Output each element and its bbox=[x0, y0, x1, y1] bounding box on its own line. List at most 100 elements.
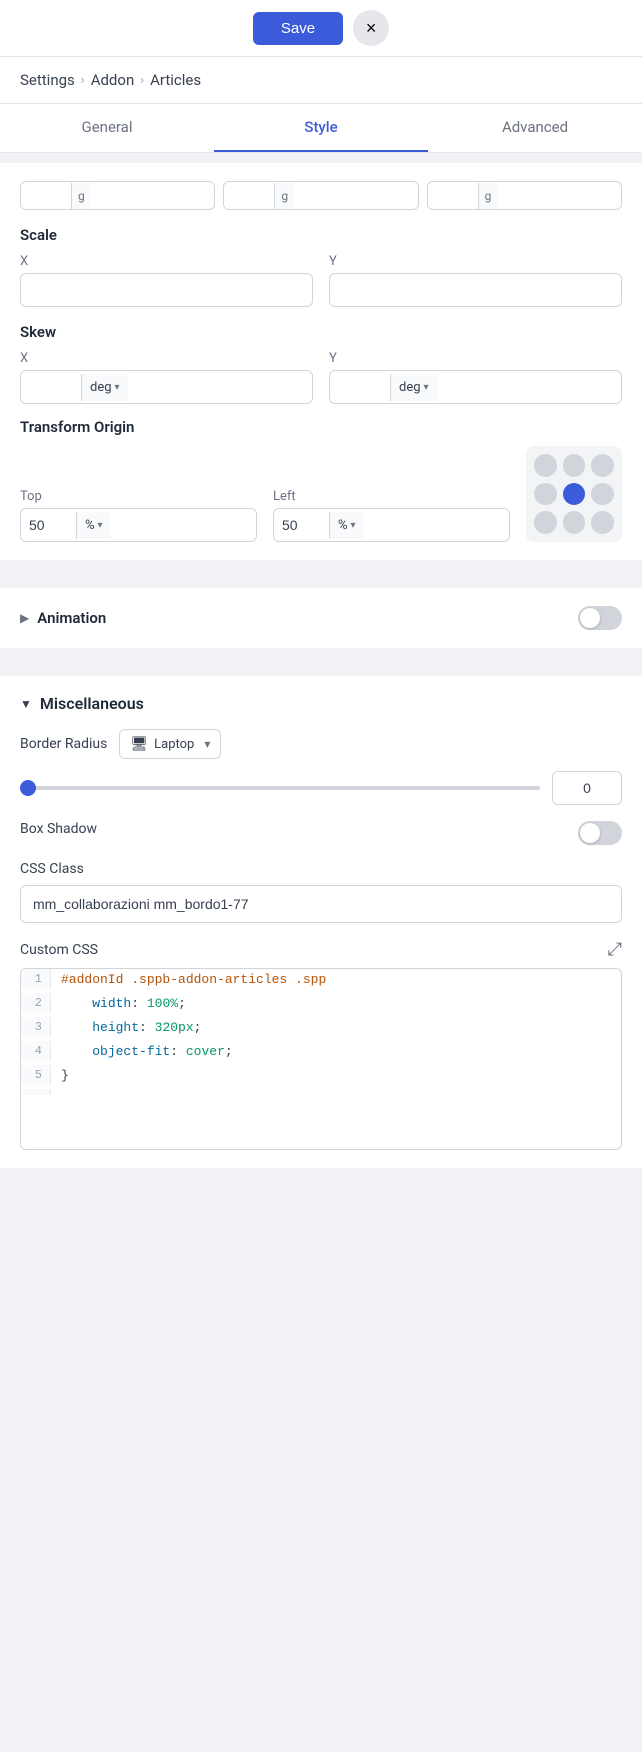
css-class-label: CSS Class bbox=[20, 861, 622, 877]
misc-title-row: ▼ Miscellaneous bbox=[20, 694, 144, 713]
origin-left-label: Left bbox=[273, 489, 510, 504]
code-line-5: 5 } bbox=[21, 1065, 621, 1089]
custom-css-label: Custom CSS bbox=[20, 942, 98, 958]
dot-mc[interactable] bbox=[563, 483, 586, 506]
dot-bc[interactable] bbox=[563, 511, 586, 534]
animation-label: Animation bbox=[37, 609, 106, 627]
dot-bl[interactable] bbox=[534, 511, 557, 534]
origin-top-chevron-icon: ▾ bbox=[98, 520, 103, 531]
animation-title-row: ▶ Animation bbox=[20, 609, 106, 627]
top-input-pair-1: g bbox=[20, 181, 215, 210]
line-code-4: object-fit: cover; bbox=[51, 1041, 243, 1062]
skew-y-label: Y bbox=[329, 351, 622, 366]
origin-top-group: Top % ▾ bbox=[20, 489, 257, 542]
expand-icon[interactable]: ⤢ bbox=[608, 939, 622, 960]
line-code-3: height: 320px; bbox=[51, 1017, 211, 1038]
border-radius-value[interactable]: 0 bbox=[552, 771, 622, 805]
breadcrumb-addon[interactable]: Addon bbox=[91, 71, 135, 89]
truncated-top-panel: g g g Scale X Y Skew X deg bbox=[0, 163, 642, 560]
top-input-unit-2: g bbox=[274, 183, 294, 209]
origin-top-label: Top bbox=[20, 489, 257, 504]
skew-x-input[interactable] bbox=[21, 371, 81, 403]
dot-tl[interactable] bbox=[534, 454, 557, 477]
origin-left-unit-label: % bbox=[338, 518, 348, 533]
custom-css-header: Custom CSS ⤢ bbox=[20, 939, 622, 960]
top-input-pair-2: g bbox=[223, 181, 418, 210]
dot-ml[interactable] bbox=[534, 483, 557, 506]
origin-left-input-wrap: % ▾ bbox=[273, 508, 510, 542]
misc-collapse-icon[interactable]: ▼ bbox=[20, 697, 32, 711]
code-line-4: 4 object-fit: cover; bbox=[21, 1041, 621, 1065]
device-chevron-icon: ▾ bbox=[204, 737, 210, 751]
scale-x-group: X bbox=[20, 254, 313, 307]
divider-2 bbox=[0, 658, 642, 666]
transform-origin-section: Transform Origin Top % ▾ Left bbox=[20, 418, 622, 542]
origin-top-unit-select[interactable]: % ▾ bbox=[76, 512, 111, 539]
top-input-1[interactable] bbox=[21, 182, 71, 209]
top-input-2[interactable] bbox=[224, 182, 274, 209]
skew-x-input-wrap: deg ▾ bbox=[20, 370, 313, 404]
scale-y-label: Y bbox=[329, 254, 622, 269]
dot-br[interactable] bbox=[591, 511, 614, 534]
code-line-3: 3 height: 320px; bbox=[21, 1017, 621, 1041]
close-button[interactable]: × bbox=[353, 10, 389, 46]
line-num-3: 3 bbox=[21, 1017, 51, 1037]
top-input-3[interactable] bbox=[428, 182, 478, 209]
dot-tr[interactable] bbox=[591, 454, 614, 477]
top-input-unit-1: g bbox=[71, 183, 91, 209]
breadcrumb-sep-2: › bbox=[140, 73, 144, 88]
skew-y-unit-select[interactable]: deg ▾ bbox=[390, 374, 437, 401]
line-code-2: width: 100%; bbox=[51, 993, 196, 1014]
scale-x-input[interactable] bbox=[20, 273, 313, 307]
tab-style[interactable]: Style bbox=[214, 104, 428, 152]
origin-left-unit-select[interactable]: % ▾ bbox=[329, 512, 364, 539]
scale-y-group: Y bbox=[329, 254, 622, 307]
skew-y-input[interactable] bbox=[330, 371, 390, 403]
skew-label: Skew bbox=[20, 323, 622, 341]
skew-axis-row: X deg ▾ Y deg ▾ bbox=[20, 351, 622, 404]
animation-collapse-icon[interactable]: ▶ bbox=[20, 611, 29, 625]
breadcrumb-settings[interactable]: Settings bbox=[20, 71, 75, 89]
origin-dot-grid[interactable] bbox=[526, 446, 622, 542]
misc-section: ▼ Miscellaneous Border Radius 🖥 Laptop ▾… bbox=[0, 676, 642, 1168]
origin-inputs: Top % ▾ Left % ▾ bbox=[20, 489, 510, 542]
line-code-5: } bbox=[51, 1065, 79, 1086]
code-line-2: 2 width: 100%; bbox=[21, 993, 621, 1017]
border-radius-row: Border Radius 🖥 Laptop ▾ bbox=[20, 729, 622, 759]
origin-left-group: Left % ▾ bbox=[273, 489, 510, 542]
divider-1 bbox=[0, 570, 642, 578]
save-button[interactable]: Save bbox=[253, 12, 343, 45]
breadcrumb-articles[interactable]: Articles bbox=[150, 71, 201, 89]
code-editor[interactable]: 1 #addonId .sppb-addon-articles .spp 2 w… bbox=[20, 968, 622, 1150]
laptop-icon: 🖥 bbox=[130, 736, 148, 752]
skew-y-input-wrap: deg ▾ bbox=[329, 370, 622, 404]
origin-left-input[interactable] bbox=[274, 509, 329, 541]
tab-advanced[interactable]: Advanced bbox=[428, 104, 642, 152]
animation-toggle[interactable] bbox=[578, 606, 622, 630]
box-shadow-toggle[interactable] bbox=[578, 821, 622, 845]
animation-section: ▶ Animation bbox=[0, 588, 642, 648]
skew-x-label: X bbox=[20, 351, 313, 366]
top-bar: Save × bbox=[0, 0, 642, 57]
scale-label: Scale bbox=[20, 226, 622, 244]
animation-section-header: ▶ Animation bbox=[20, 606, 622, 630]
line-num-2: 2 bbox=[21, 993, 51, 1013]
origin-top-input[interactable] bbox=[21, 509, 76, 541]
skew-x-unit-select[interactable]: deg ▾ bbox=[81, 374, 128, 401]
dot-tc[interactable] bbox=[563, 454, 586, 477]
line-num-1: 1 bbox=[21, 969, 51, 989]
css-class-input[interactable] bbox=[20, 885, 622, 923]
tab-general[interactable]: General bbox=[0, 104, 214, 152]
line-code-1: #addonId .sppb-addon-articles .spp bbox=[51, 969, 336, 990]
transform-origin-row: Top % ▾ Left % ▾ bbox=[20, 446, 622, 542]
device-select[interactable]: 🖥 Laptop ▾ bbox=[119, 729, 221, 759]
scale-x-label: X bbox=[20, 254, 313, 269]
slider-row: 0 bbox=[20, 771, 622, 805]
border-radius-slider[interactable] bbox=[20, 786, 540, 790]
line-num-5: 5 bbox=[21, 1065, 51, 1085]
dot-mr[interactable] bbox=[591, 483, 614, 506]
top-input-unit-3: g bbox=[478, 183, 498, 209]
breadcrumb-sep-1: › bbox=[81, 73, 85, 88]
origin-top-unit-label: % bbox=[85, 518, 95, 533]
scale-y-input[interactable] bbox=[329, 273, 622, 307]
